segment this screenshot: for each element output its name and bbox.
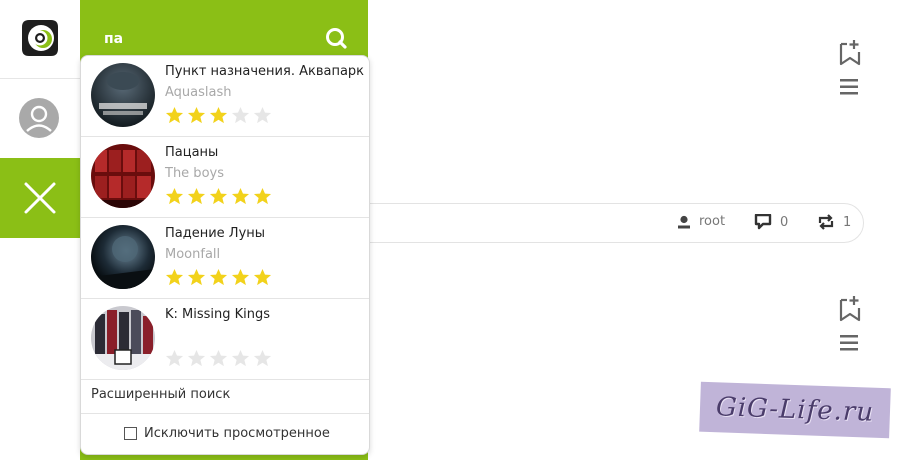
star-empty-icon bbox=[209, 349, 228, 367]
poster-image bbox=[91, 306, 155, 370]
star-filled-icon bbox=[187, 187, 206, 205]
result-title: Пункт назначения. Аквапарк bbox=[165, 64, 365, 79]
close-search-button[interactable] bbox=[0, 158, 80, 238]
search-result[interactable]: Пацаны The boys bbox=[81, 137, 369, 218]
rating-stars bbox=[165, 268, 272, 288]
search-result[interactable]: K: Missing Kings bbox=[81, 299, 369, 380]
result-title: Падение Луны bbox=[165, 226, 266, 241]
star-filled-icon bbox=[231, 268, 250, 286]
star-empty-icon bbox=[253, 106, 272, 124]
user-placeholder-icon bbox=[26, 105, 52, 132]
star-filled-icon bbox=[209, 106, 228, 124]
watermark-text: GiG-Life.ru bbox=[715, 392, 875, 428]
user-avatar[interactable] bbox=[19, 98, 59, 138]
search-result[interactable]: Пункт назначения. Аквапарк Aquaslash bbox=[81, 56, 369, 137]
user-avatar-cell[interactable] bbox=[0, 79, 80, 157]
star-empty-icon bbox=[231, 106, 250, 124]
bookmark-add-icon[interactable] bbox=[838, 38, 862, 66]
comments-count: 0 bbox=[780, 214, 789, 230]
search-input[interactable] bbox=[104, 28, 314, 50]
exclude-watched-checkbox[interactable] bbox=[124, 427, 137, 440]
icon-rail bbox=[0, 0, 80, 460]
comments-meta[interactable]: 0 bbox=[754, 214, 788, 230]
star-filled-icon bbox=[209, 268, 228, 286]
star-empty-icon bbox=[253, 349, 272, 367]
poster-image bbox=[91, 144, 155, 208]
rating-stars bbox=[165, 106, 272, 126]
star-empty-icon bbox=[165, 349, 184, 367]
star-filled-icon bbox=[253, 268, 272, 286]
rating-stars bbox=[165, 349, 272, 369]
poster-image bbox=[91, 225, 155, 289]
star-filled-icon bbox=[253, 187, 272, 205]
logo-cell bbox=[0, 0, 80, 79]
star-filled-icon bbox=[231, 187, 250, 205]
poster-image bbox=[91, 63, 155, 127]
menu-icon[interactable] bbox=[838, 78, 860, 96]
star-filled-icon bbox=[187, 106, 206, 124]
close-icon bbox=[24, 182, 56, 214]
star-filled-icon bbox=[165, 187, 184, 205]
result-title: Пацаны bbox=[165, 145, 219, 160]
user-icon bbox=[678, 215, 690, 228]
reposts-meta[interactable]: 1 bbox=[817, 214, 851, 230]
result-subtitle: Aquaslash bbox=[165, 85, 232, 100]
divider bbox=[81, 413, 369, 414]
star-filled-icon bbox=[187, 268, 206, 286]
comment-icon bbox=[754, 214, 772, 230]
search-results-dropdown: Пункт назначения. Аквапарк Aquaslash Пац… bbox=[80, 55, 370, 455]
advanced-search-link[interactable]: Расширенный поиск bbox=[91, 387, 230, 402]
menu-icon[interactable] bbox=[838, 334, 860, 352]
site-logo-icon[interactable] bbox=[19, 17, 61, 59]
star-filled-icon bbox=[165, 106, 184, 124]
reposts-count: 1 bbox=[843, 214, 852, 230]
repost-icon bbox=[818, 214, 834, 230]
result-title: K: Missing Kings bbox=[165, 307, 271, 322]
search-result[interactable]: Падение Луны Moonfall bbox=[81, 218, 369, 299]
star-empty-icon bbox=[187, 349, 206, 367]
result-subtitle: Moonfall bbox=[165, 247, 221, 262]
result-subtitle: The boys bbox=[165, 166, 224, 181]
watermark: GiG-Life.ru bbox=[699, 381, 891, 439]
search-icon[interactable] bbox=[324, 26, 348, 50]
star-filled-icon bbox=[209, 187, 228, 205]
star-filled-icon bbox=[165, 268, 184, 286]
exclude-watched-option[interactable]: Исключить просмотренное bbox=[124, 426, 330, 441]
author-meta[interactable]: root bbox=[677, 214, 725, 229]
star-empty-icon bbox=[231, 349, 250, 367]
rating-stars bbox=[165, 187, 272, 207]
exclude-watched-label: Исключить просмотренное bbox=[144, 426, 330, 441]
bookmark-add-icon[interactable] bbox=[838, 294, 862, 322]
author-name: root bbox=[699, 214, 726, 229]
